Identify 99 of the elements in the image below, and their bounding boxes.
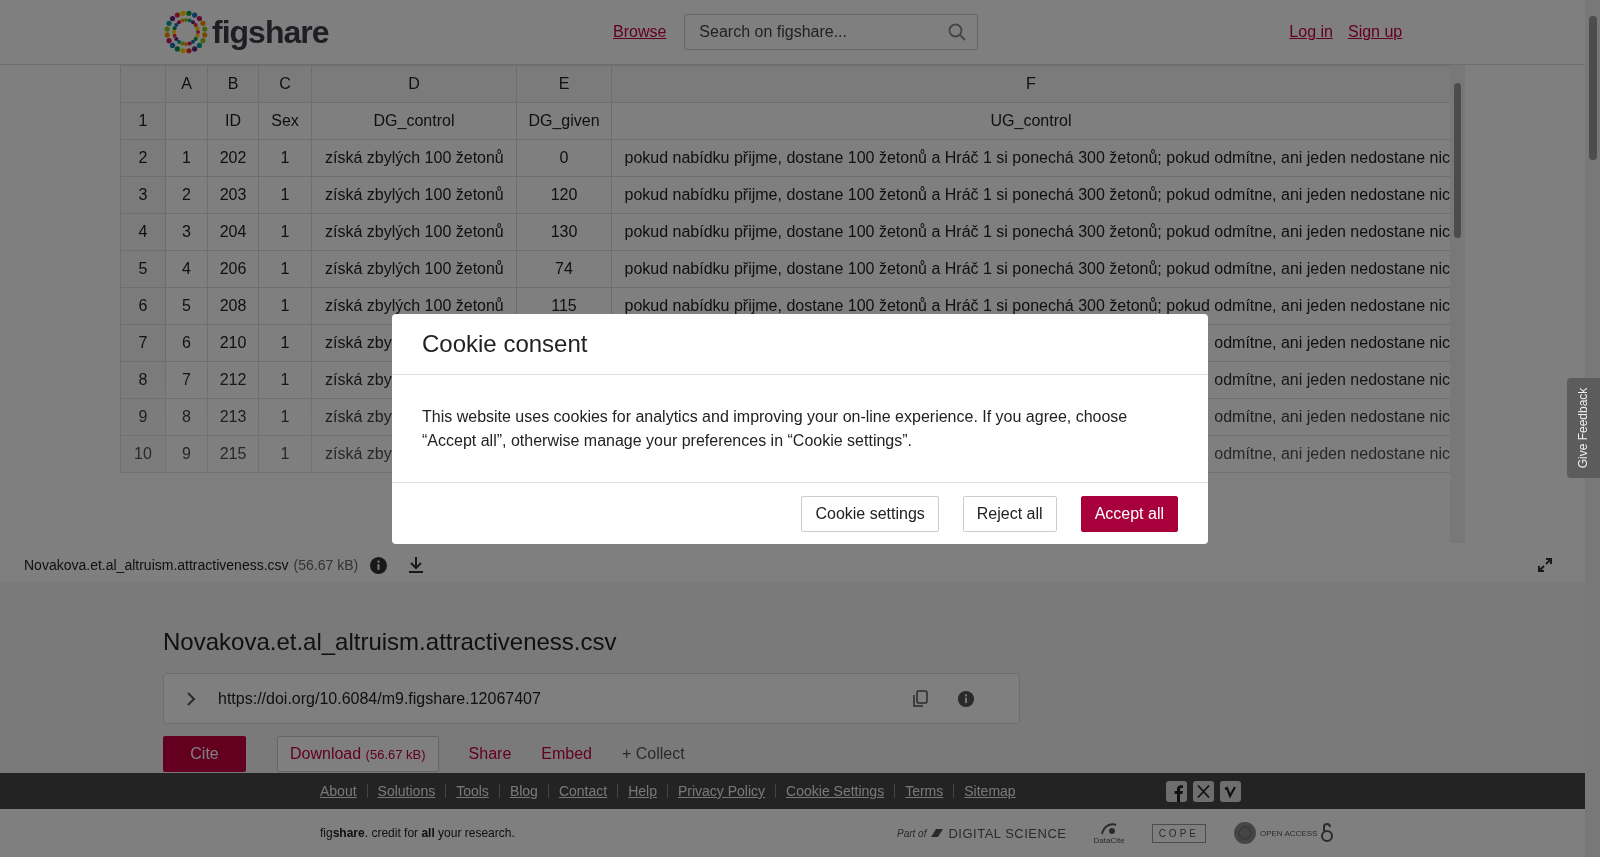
column-header: E: [516, 65, 612, 103]
file-name: Novakova.et.al_altruism.attractiveness.csv: [24, 557, 289, 573]
table-cell: 1: [165, 139, 208, 177]
download-icon[interactable]: [407, 556, 426, 574]
table-cell: 1: [258, 398, 312, 436]
file-size: (56.67 kB): [293, 557, 359, 573]
x-icon[interactable]: [1192, 780, 1214, 802]
table-cell: 203: [207, 176, 259, 214]
table-cell: DG_control: [311, 102, 517, 140]
download-button[interactable]: Download (56.67 kB): [277, 736, 439, 772]
table-cell: 74: [516, 250, 612, 288]
info-icon[interactable]: [369, 555, 389, 575]
table-cell: 202: [207, 139, 259, 177]
table-cell: 1: [258, 361, 312, 399]
table-cell: 204: [207, 213, 259, 251]
table-cell: 208: [207, 287, 259, 325]
info-icon[interactable]: [957, 689, 975, 708]
table-cell: 4: [165, 250, 208, 288]
feedback-tab[interactable]: Give Feedback: [1567, 378, 1600, 478]
auth-link[interactable]: Log in: [1289, 23, 1333, 41]
row-number: 7: [120, 324, 166, 362]
seal-icon[interactable]: [1232, 821, 1257, 845]
copy-icon[interactable]: [912, 689, 928, 708]
expand-icon[interactable]: [1537, 557, 1553, 573]
cite-button[interactable]: Cite: [163, 736, 246, 772]
dialog-button[interactable]: Cookie settings: [801, 495, 939, 532]
collect-link[interactable]: + Collect: [622, 745, 685, 763]
search-field[interactable]: Search on figshare...: [684, 14, 979, 50]
column-header: B: [207, 65, 259, 103]
table-cell: 1: [258, 324, 312, 362]
table-cell: 2: [165, 176, 208, 214]
logo-text[interactable]: figshare: [212, 13, 329, 51]
table-cell: 130: [516, 213, 612, 251]
table-cell: 1: [258, 250, 312, 288]
table-cell: 212: [207, 361, 259, 399]
row-number: 1: [120, 102, 166, 140]
datacite-icon[interactable]: [1100, 821, 1119, 836]
doi-link[interactable]: https://doi.org/10.6084/m9.figshare.12067407: [218, 689, 912, 708]
row-number: 6: [120, 287, 166, 325]
logo-icon: [162, 8, 210, 56]
partner-text[interactable]: OPEN ACCESS: [1259, 828, 1318, 838]
partner-text[interactable]: Part of: [897, 827, 927, 839]
table-cell: 1: [258, 213, 312, 251]
facebook-icon[interactable]: [1165, 780, 1187, 802]
footer-link[interactable]: Cookie Settings: [775, 784, 895, 798]
table-cell: 1: [258, 435, 312, 473]
footer-link[interactable]: Solutions: [366, 784, 446, 798]
footer-link[interactable]: Terms: [894, 784, 954, 798]
row-number: 8: [120, 361, 166, 399]
partner-text[interactable]: COPE: [1151, 823, 1206, 843]
row-number: 5: [120, 250, 166, 288]
table-cell: 1: [258, 139, 312, 177]
table-cell: 1: [258, 176, 312, 214]
table-cell: 206: [207, 250, 259, 288]
footer-link[interactable]: Blog: [498, 784, 548, 798]
partner-text[interactable]: DataCite: [1093, 835, 1125, 845]
table-cell: 3: [165, 213, 208, 251]
column-header: A: [165, 65, 208, 103]
footer-link[interactable]: Tools: [445, 784, 499, 798]
dialog-button[interactable]: Accept all: [1080, 495, 1178, 532]
partner-text[interactable]: DIGITAL SCIENCE: [948, 825, 1067, 841]
table-cell: 0: [516, 139, 612, 177]
vimeo-icon[interactable]: [1219, 780, 1241, 802]
table-cell: 5: [165, 287, 208, 325]
open-lock-icon[interactable]: [1320, 823, 1335, 843]
dialog-button[interactable]: Reject all: [962, 495, 1057, 532]
table-cell: DG_given: [516, 102, 612, 140]
footer-link[interactable]: Help: [617, 784, 667, 798]
tagline: figshare. credit for all your research.: [320, 826, 516, 840]
chevron-icon[interactable]: [186, 690, 196, 707]
footer-link[interactable]: About: [320, 784, 367, 798]
auth-link[interactable]: Sign up: [1347, 23, 1403, 41]
table-cell: ID: [207, 102, 259, 140]
action-link[interactable]: Share: [468, 745, 512, 763]
table-cell: 210: [207, 324, 259, 362]
table-cell: 213: [207, 398, 259, 436]
table-cell: Sex: [258, 102, 312, 140]
column-header: D: [311, 65, 517, 103]
table-cell: získá zbylých 100 žetonů: [311, 213, 517, 251]
table-cell: získá zbylých 100 žetonů: [311, 250, 517, 288]
table-cell: 120: [516, 176, 612, 214]
search-icon[interactable]: [948, 23, 967, 41]
footer-link[interactable]: Privacy Policy: [666, 784, 776, 798]
action-link[interactable]: Embed: [541, 745, 592, 763]
row-number: 2: [120, 139, 166, 177]
item-title: Novakova.et.al_altruism.attractiveness.csv: [163, 628, 618, 656]
digital-science-icon[interactable]: [929, 827, 946, 839]
column-header: C: [258, 65, 312, 103]
column-header: F: [611, 65, 1450, 103]
table-cell: 1: [258, 287, 312, 325]
footer-link[interactable]: Sitemap: [953, 784, 1026, 798]
table-cell: 215: [207, 435, 259, 473]
table-cell: získá zbylých 100 žetonů: [311, 139, 517, 177]
footer-link[interactable]: Contact: [547, 784, 618, 798]
row-number: 3: [120, 176, 166, 214]
table-cell: získá zbylých 100 žetonů: [311, 176, 517, 214]
browse-link[interactable]: Browse: [613, 23, 667, 41]
scrollbar[interactable]: [1450, 65, 1465, 543]
row-number: 4: [120, 213, 166, 251]
